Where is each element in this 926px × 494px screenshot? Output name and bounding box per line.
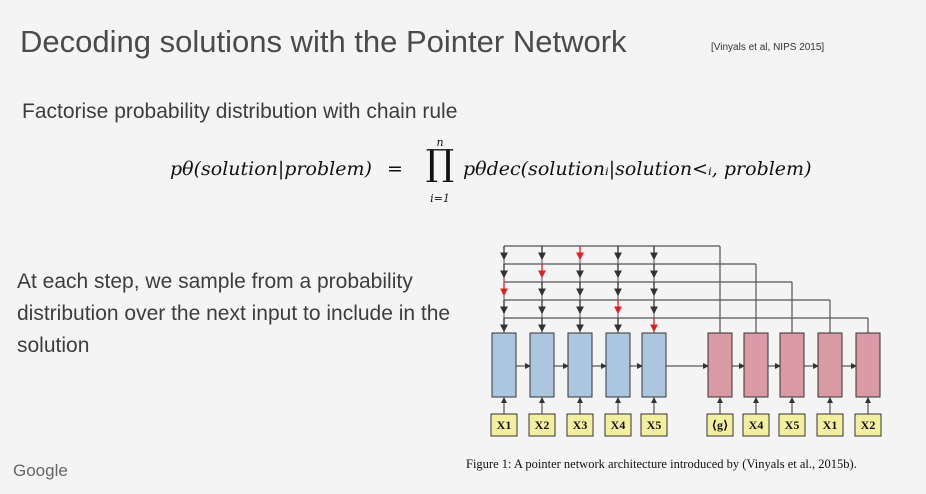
encoder-cell <box>529 332 555 398</box>
encoder-input-label: X5 <box>647 418 662 432</box>
formula-lhs: pθ(solution|problem) <box>170 158 372 180</box>
encoder-input-label: X2 <box>535 418 550 432</box>
encoder-input-label: X1 <box>497 418 512 432</box>
encoder-input-label: X3 <box>573 418 588 432</box>
product-lower-limit: i=1 <box>430 192 450 205</box>
formula-equals: = <box>387 158 403 180</box>
decoder-cell <box>779 332 805 398</box>
slide-title: Decoding solutions with the Pointer Netw… <box>20 24 627 59</box>
encoder-cell <box>567 332 593 398</box>
decoder-cell <box>743 332 769 398</box>
decoder-input-label: X4 <box>749 418 764 432</box>
product-symbol: ∏ <box>425 143 455 184</box>
citation: [Vinyals et al, NIPS 2015] <box>711 42 825 53</box>
decoder-input-label: X5 <box>785 418 800 432</box>
pointer-network-diagram: X1 X2 X3 X4 X5 ⟨g⟩ X4 X5 X1 X2 <box>490 245 882 437</box>
chain-rule-formula: pθ(solution|problem) = n ∏ i=1 pθdec(sol… <box>170 136 812 235</box>
encoder-cell <box>605 332 631 398</box>
decoder-input-label: X2 <box>861 418 876 432</box>
slide-subtitle: Factorise probability distribution with … <box>22 100 458 123</box>
figure-caption: Figure 1: A pointer network architecture… <box>466 457 857 471</box>
encoder-cell <box>641 332 667 398</box>
decoder-cell <box>707 332 733 398</box>
decoder-cell <box>855 332 881 398</box>
encoder-input-label: X4 <box>611 418 626 432</box>
formula-rhs: pθdec(solutionᵢ|solution<ᵢ, problem) <box>463 158 812 180</box>
google-logo: Google <box>13 461 68 480</box>
decoder-input-label: ⟨g⟩ <box>712 418 729 432</box>
decoder-input-label: X1 <box>823 418 838 432</box>
encoder-cell <box>491 332 517 398</box>
body-text: At each step, we sample from a probabili… <box>17 270 451 357</box>
decoder-cell <box>817 332 843 398</box>
